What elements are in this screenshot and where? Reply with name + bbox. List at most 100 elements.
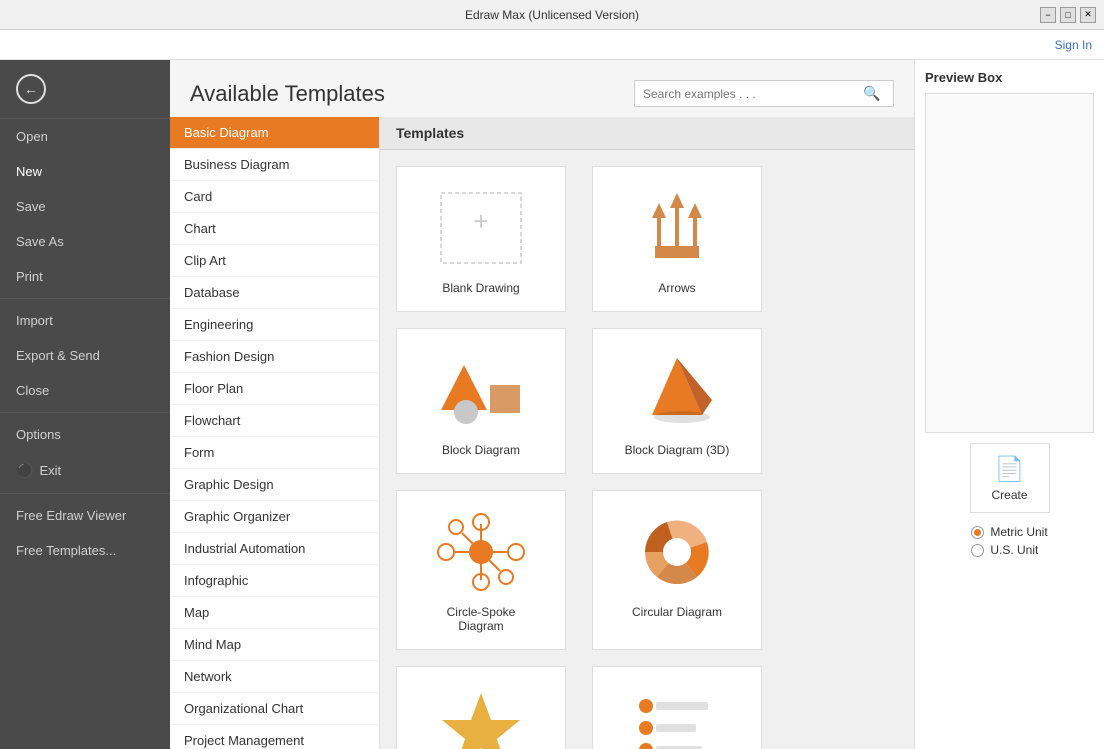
category-item-form[interactable]: Form [170,437,379,469]
preview-box [925,93,1094,433]
center-panel: Available Templates 🔍 Basic Diagram Busi… [170,60,914,749]
search-input[interactable] [643,87,863,101]
back-icon: ← [16,74,46,104]
create-button[interactable]: 📄 Create [970,443,1050,513]
templates-area: Basic Diagram Business Diagram Card Char… [170,117,914,749]
template-block-diagram-3d[interactable]: Block Diagram (3D) [592,328,762,474]
sidebar-item-free-templates[interactable]: Free Templates... [0,533,170,568]
category-item-mind-map[interactable]: Mind Map [170,629,379,661]
unit-options: Metric Unit U.S. Unit [971,525,1047,557]
create-label: Create [991,488,1027,502]
category-item-industrial-automation[interactable]: Industrial Automation [170,533,379,565]
category-item-clip-art[interactable]: Clip Art [170,245,379,277]
exit-icon: ⚫ [16,462,33,479]
search-box[interactable]: 🔍 [634,80,894,107]
templates-grid-area: Templates + Blank Drawing [380,117,914,749]
template-arrows[interactable]: Arrows [592,166,762,312]
preview-title: Preview Box [925,70,1094,85]
bars-icon [632,688,722,749]
create-btn-area: 📄 Create Metric Unit U.S. Unit [925,443,1094,557]
template-block-diagram[interactable]: Block Diagram [396,328,566,474]
radio-metric-outer [971,526,984,539]
sidebar-item-close[interactable]: Close [0,373,170,408]
arrows-icon [632,188,722,268]
sidebar-item-import[interactable]: Import [0,303,170,338]
back-button[interactable]: ← [0,60,170,119]
sidebar-item-export[interactable]: Export & Send [0,338,170,373]
sidebar-divider-3 [0,493,170,494]
template-thumb-block [431,345,531,435]
templates-grid: + Blank Drawing [380,150,914,749]
sidebar-item-open[interactable]: Open [0,119,170,154]
sidebar-item-free-viewer[interactable]: Free Edraw Viewer [0,498,170,533]
category-item-chart[interactable]: Chart [170,213,379,245]
category-item-engineering[interactable]: Engineering [170,309,379,341]
category-item-basic-diagram[interactable]: Basic Diagram [170,117,379,149]
radio-metric-inner [974,529,981,536]
category-item-database[interactable]: Database [170,277,379,309]
category-item-business-diagram[interactable]: Business Diagram [170,149,379,181]
template-label-blank: Blank Drawing [442,281,519,295]
signin-link[interactable]: Sign In [1055,38,1092,52]
sidebar-item-options[interactable]: Options [0,417,170,452]
window-controls: − □ ✕ [1040,7,1096,23]
category-item-infographic[interactable]: Infographic [170,565,379,597]
radio-us-outer [971,544,984,557]
templates-header: Templates [380,117,914,150]
category-item-graphic-organizer[interactable]: Graphic Organizer [170,501,379,533]
header-title: Available Templates [190,81,385,107]
preview-panel: Preview Box 📄 Create Metric Unit U.S. Un… [914,60,1104,749]
template-blank-drawing[interactable]: + Blank Drawing [396,166,566,312]
category-item-floor-plan[interactable]: Floor Plan [170,373,379,405]
category-item-fashion-design[interactable]: Fashion Design [170,341,379,373]
template-thumb-block3d [627,345,727,435]
category-item-graphic-design[interactable]: Graphic Design [170,469,379,501]
sidebar-item-print[interactable]: Print [0,259,170,294]
sidebar: ← Open New Save Save As Print Import Exp… [0,60,170,749]
window-title: Edraw Max (Unlicensed Version) [465,8,639,22]
template-thumb-arrows [627,183,727,273]
template-star[interactable] [396,666,566,749]
category-item-card[interactable]: Card [170,181,379,213]
blank-drawing-icon: + [436,188,526,268]
search-icon: 🔍 [863,85,880,102]
circular-diagram-icon [632,512,722,592]
unit-metric-label: Metric Unit [990,525,1047,539]
category-item-network[interactable]: Network [170,661,379,693]
template-label-arrows: Arrows [658,281,695,295]
template-thumb-circle-spoke [431,507,531,597]
star-icon [436,688,526,749]
svg-text:+: + [473,206,488,236]
circle-spoke-icon [436,512,526,592]
category-item-flowchart[interactable]: Flowchart [170,405,379,437]
close-button[interactable]: ✕ [1080,7,1096,23]
sidebar-item-save[interactable]: Save [0,189,170,224]
sidebar-divider-2 [0,412,170,413]
template-label-block3d: Block Diagram (3D) [625,443,730,457]
unit-us[interactable]: U.S. Unit [971,543,1047,557]
available-templates-header: Available Templates 🔍 [170,60,914,117]
template-label-block: Block Diagram [442,443,520,457]
unit-metric[interactable]: Metric Unit [971,525,1047,539]
restore-button[interactable]: □ [1060,7,1076,23]
template-circular-diagram[interactable]: Circular Diagram [592,490,762,650]
sidebar-item-saveas[interactable]: Save As [0,224,170,259]
template-thumb-star [431,683,531,749]
category-item-org-chart[interactable]: Organizational Chart [170,693,379,725]
main-container: ← Open New Save Save As Print Import Exp… [0,60,1104,749]
block-diagram-3d-icon [632,350,722,430]
unit-us-label: U.S. Unit [990,543,1038,557]
file-icon: 📄 [995,455,1025,484]
sidebar-nav: Open New Save Save As Print Import Expor… [0,119,170,568]
template-bars[interactable] [592,666,762,749]
sidebar-item-new[interactable]: New [0,154,170,189]
category-item-project-management[interactable]: Project Management [170,725,379,749]
template-circle-spoke[interactable]: Circle-Spoke Diagram [396,490,566,650]
category-list: Basic Diagram Business Diagram Card Char… [170,117,380,749]
category-item-map[interactable]: Map [170,597,379,629]
sidebar-item-exit[interactable]: ⚫ Exit [0,452,170,489]
block-diagram-icon [436,350,526,430]
minimize-button[interactable]: − [1040,7,1056,23]
signin-bar: Sign In [0,30,1104,60]
sidebar-divider-1 [0,298,170,299]
